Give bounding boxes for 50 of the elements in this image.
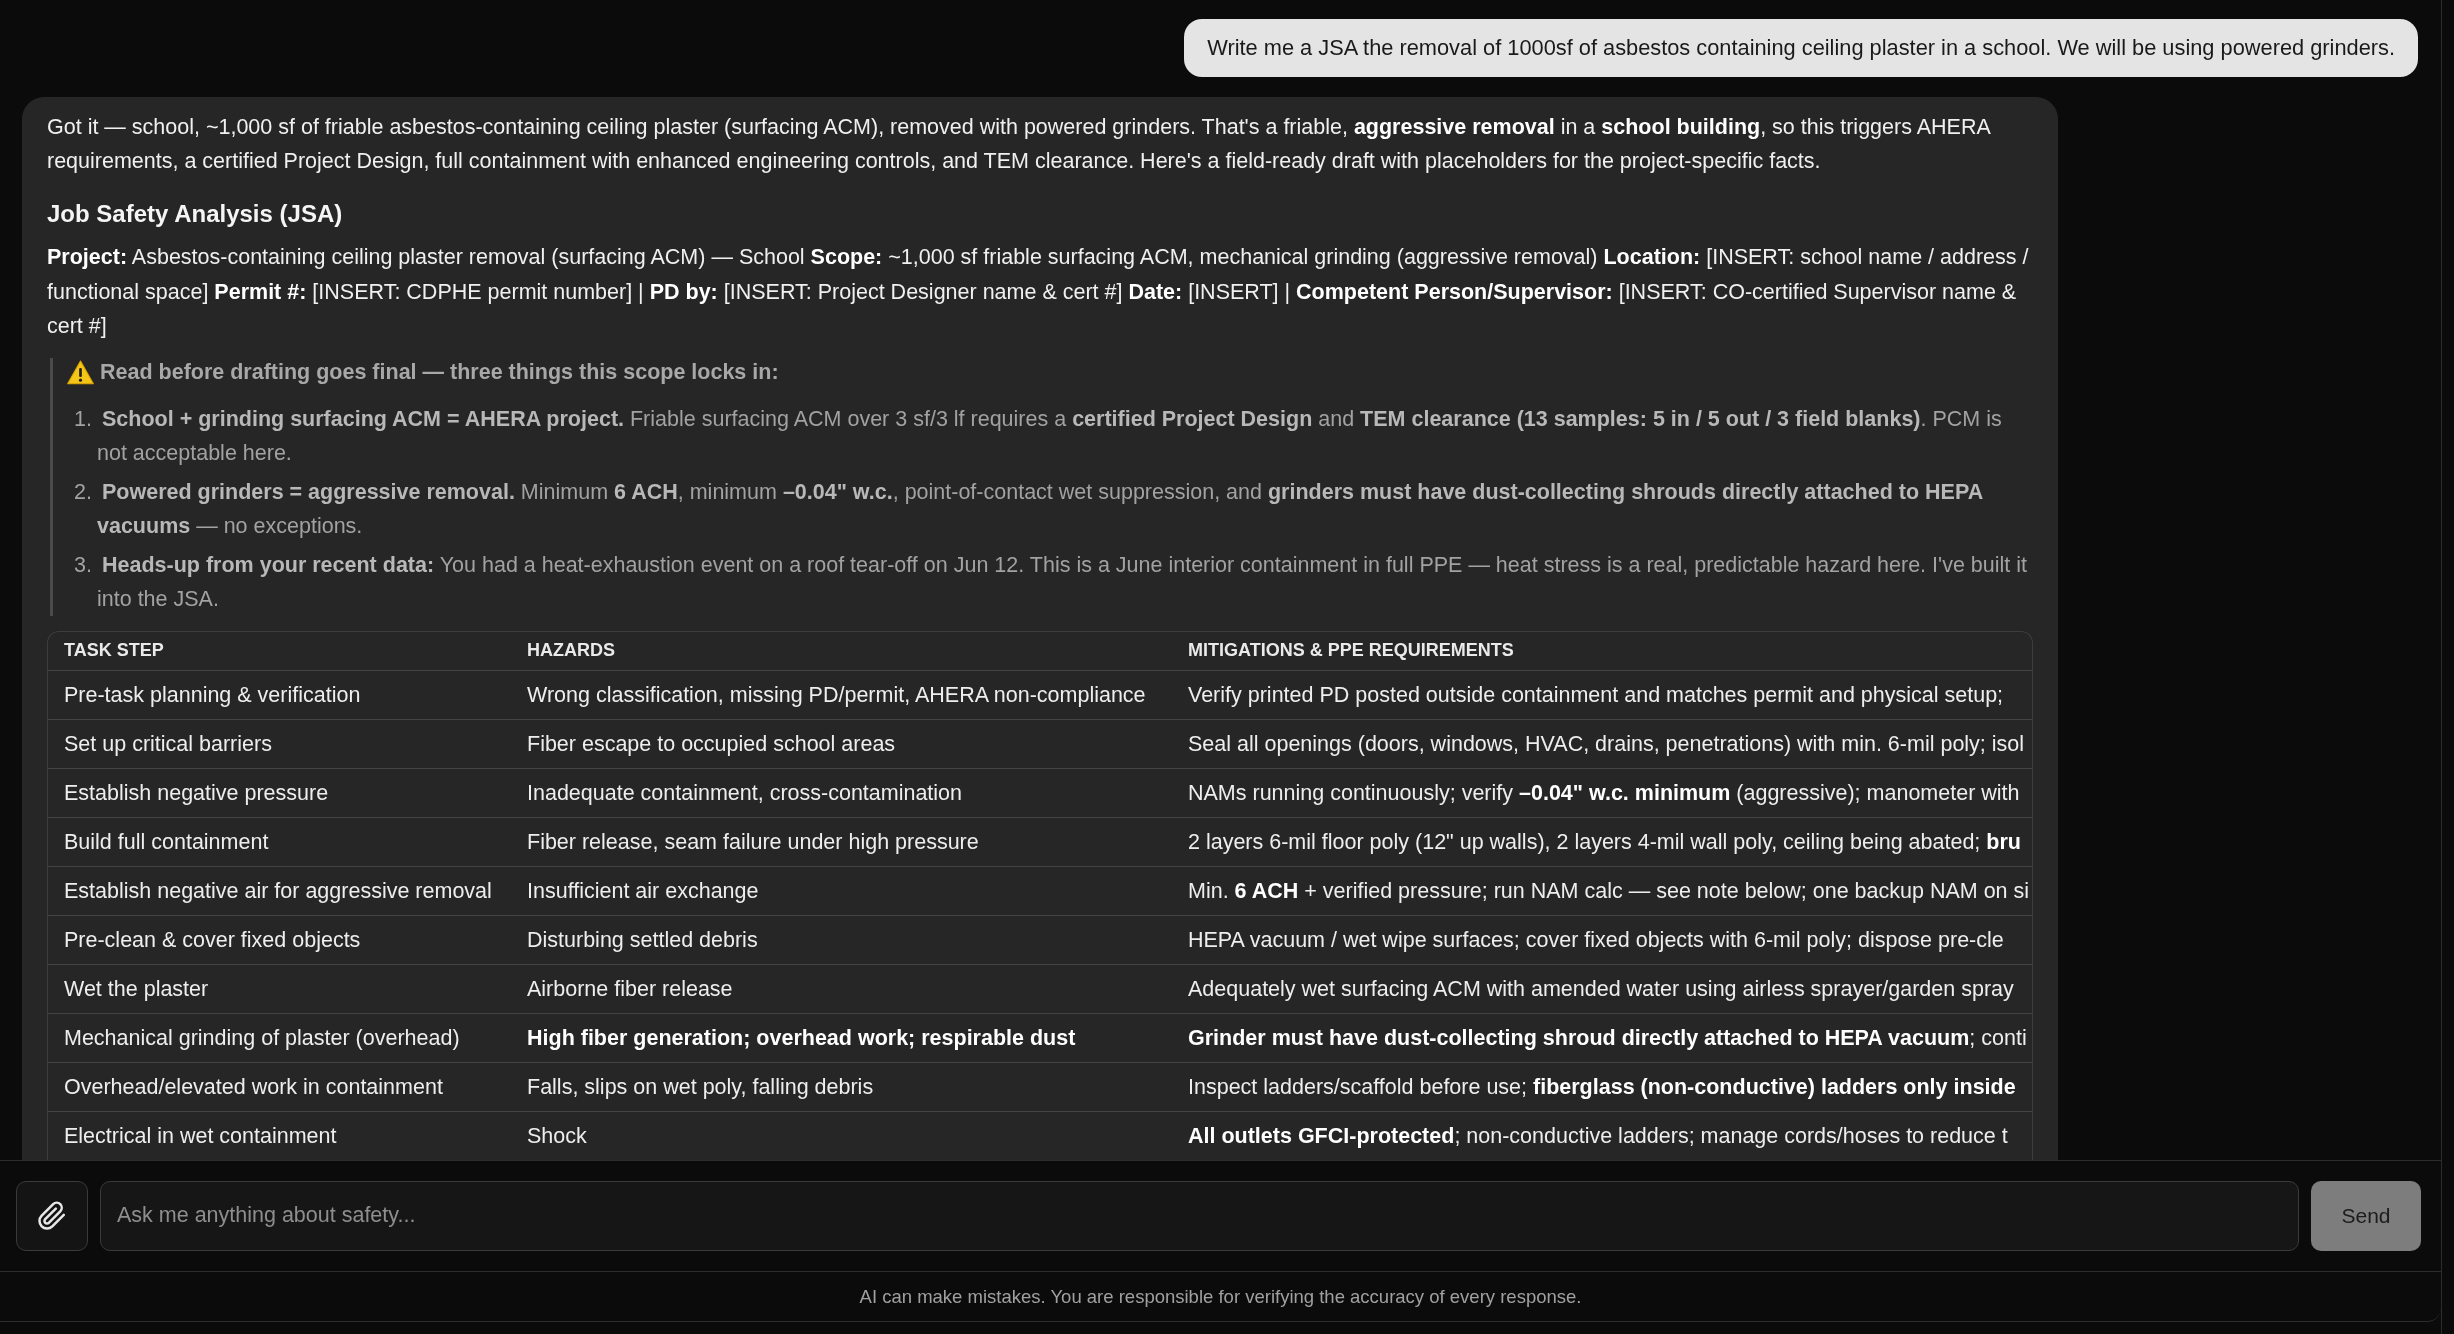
table-cell-text: NAMs running continuously; verify –0.04" w.c. minimum (aggressive); manometer with — [1187, 779, 2020, 807]
paperclip-icon — [37, 1200, 67, 1231]
table-cell-text: Fiber release, seam failure under high pressure — [526, 828, 979, 856]
table-cell-text: Min. 6 ACH + verified pressure; run NAM calc — see note below; one backup NAM on si — [1187, 877, 2030, 905]
attach-button[interactable] — [16, 1180, 88, 1251]
table-cell-text: Inadequate containment, cross-contamination — [526, 779, 963, 807]
send-button[interactable]: Send — [2311, 1180, 2421, 1251]
table-cell-text: HEPA vacuum / wet wipe surfaces; cover fixed objects with 6-mil poly; dispose pre-cle — [1187, 926, 2004, 954]
disclaimer-text: AI can make mistakes. You are responsible for verifying the accuracy of every response. — [859, 1285, 1582, 1308]
list-item-text: Heads-up from your recent data: You had a heat-exhaustion event on a roof tear-off on Jun 12. This is a June interior containment in full PPE — heat stress is a real, predictable hazard here. I've built it into the JSA. — [97, 551, 2028, 613]
message-input[interactable]: Ask me anything about safety... — [100, 1180, 2299, 1251]
table-cell-text: Wrong classification, missing PD/permit, AHERA non-compliance — [526, 681, 1146, 709]
table-cell-text: Fiber escape to occupied school areas — [526, 730, 896, 758]
column-header: TASK STEP — [63, 640, 164, 661]
table-cell-text: Inspect ladders/scaffold before use; fiberglass (non-conductive) ladders only inside — [1187, 1073, 2016, 1101]
table-cell-text: Mechanical grinding of plaster (overhead) — [63, 1024, 460, 1052]
table-cell-text: Build full containment — [63, 828, 269, 856]
callout-title: Read before drafting goes final — three things this scope locks in: — [100, 360, 779, 385]
column-header: HAZARDS — [526, 640, 615, 661]
table-cell-text: Shock — [526, 1122, 587, 1150]
user-message: Write me a JSA the removal of 1000sf of asbestos containing ceiling plaster in a school. We will be using powered grinders. — [1184, 19, 2418, 77]
table-cell-text: Verify printed PD posted outside containment and matches permit and physical setup; — [1187, 681, 2004, 709]
table-cell-text: Adequately wet surfacing ACM with amended water using airless sprayer/garden spray — [1187, 975, 2014, 1003]
table-cell-text: Electrical in wet containment — [63, 1122, 337, 1150]
table-cell-text: Wet the plaster — [63, 975, 209, 1003]
section-heading: Job Safety Analysis (JSA) — [47, 199, 344, 229]
table-cell-text: Disturbing settled debris — [526, 926, 758, 954]
table-cell-text: Grinder must have dust-collecting shroud directly attached to HEPA vacuum; conti — [1187, 1024, 2027, 1052]
table-cell-text: Falls, slips on wet poly, falling debris — [526, 1073, 874, 1101]
list-number: 2. — [73, 478, 93, 506]
table-cell-text: Establish negative pressure — [63, 779, 329, 807]
warning-icon — [67, 360, 94, 385]
column-header: MITIGATIONS & PPE REQUIREMENTS — [1187, 640, 1514, 661]
list-item-text: Powered grinders = aggressive removal. Minimum 6 ACH, minimum –0.04" w.c., point-of-contact wet suppression, and grinders must have dust-collecting shrouds directly attached to HEPA vacuums — no exceptions. — [97, 478, 1984, 540]
table-cell-text: Pre-clean & cover fixed objects — [63, 926, 361, 954]
table-cell-text: All outlets GFCI-protected; non-conductive ladders; manage cords/hoses to reduce t — [1187, 1122, 2008, 1150]
project-details: Project: Asbestos-containing ceiling plaster removal (surfacing ACM) — School Scope: ~1,000 sf friable surfacing ACM, mechanical grinding (aggressive removal) Location: [INSERT: school name / address / functional space] Permit #: [INSERT: CDPHE permit number] | PD by: [INSERT: Project Designer name & cert #] Date: [INSERT] | Competent Person/Supervisor: [INSERT: CO-certified Supervisor name & cert #] — [47, 244, 2030, 340]
table-cell-text: High fiber generation; overhead work; respirable dust — [526, 1024, 1076, 1052]
list-number: 1. — [73, 405, 93, 433]
message-paragraph: Got it — school, ~1,000 sf of friable asbestos-containing ceiling plaster (surfacing ACM), removed with powered grinders. That's a friable, aggressive removal in a school building, so this triggers AHERA requirements, a certified Project Design, full containment with enhanced engineering controls, and TEM clearance. Here's a field-ready draft with placeholders for the project-specific facts. — [47, 114, 1992, 175]
table-cell-text: Establish negative air for aggressive removal — [63, 877, 492, 905]
table-cell-text: 2 layers 6-mil floor poly (12" up walls), 2 layers 4-mil wall poly, ceiling being abated; bru — [1187, 828, 2021, 856]
table-cell-text: Pre-task planning & verification — [63, 681, 361, 709]
table-cell-text: Insufficient air exchange — [526, 877, 759, 905]
list-item-text: School + grinding surfacing ACM = AHERA project. Friable surfacing ACM over 3 sf/3 lf requires a certified Project Design and TEM clearance (13 samples: 5 in / 5 out / 3 field blanks). PCM is not acceptable here. — [97, 405, 2003, 467]
table-cell-text: Seal all openings (doors, windows, HVAC, drains, penetrations) with min. 6-mil poly; isol — [1187, 730, 2025, 758]
table-cell-text: Overhead/elevated work in containment — [63, 1073, 443, 1101]
table-cell-text: Set up critical barriers — [63, 730, 272, 758]
list-number: 3. — [73, 551, 93, 579]
table-cell-text: Airborne fiber release — [526, 975, 733, 1003]
